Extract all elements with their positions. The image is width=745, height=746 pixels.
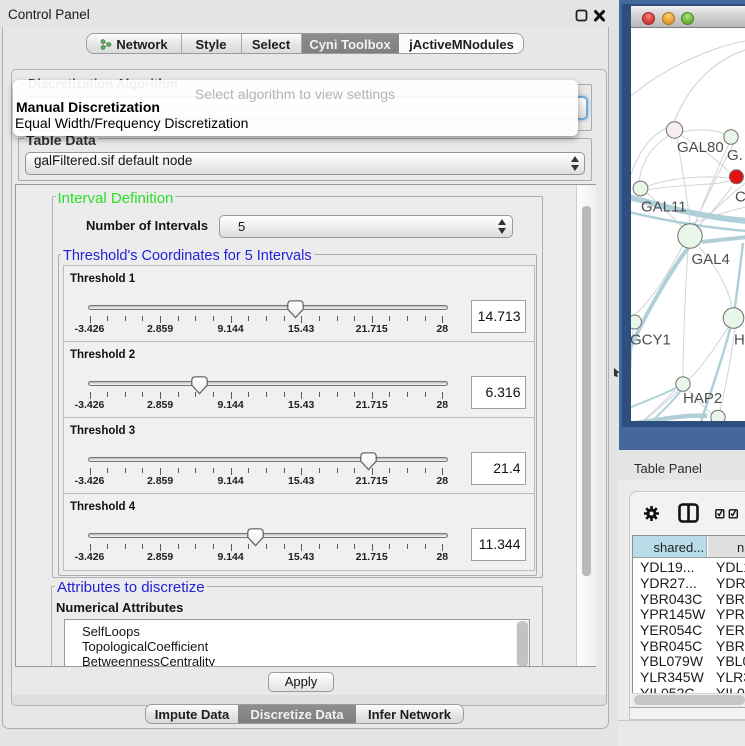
svg-text:GAL80: GAL80 xyxy=(677,139,724,156)
svg-text:GCY1: GCY1 xyxy=(631,332,671,349)
svg-text:GAL4: GAL4 xyxy=(692,251,730,268)
svg-text:G.: G. xyxy=(727,147,743,164)
svg-text:H: H xyxy=(734,332,745,349)
svg-text:C: C xyxy=(735,189,745,206)
svg-text:GAL11: GAL11 xyxy=(641,199,687,216)
svg-text:HAP2: HAP2 xyxy=(683,390,722,407)
